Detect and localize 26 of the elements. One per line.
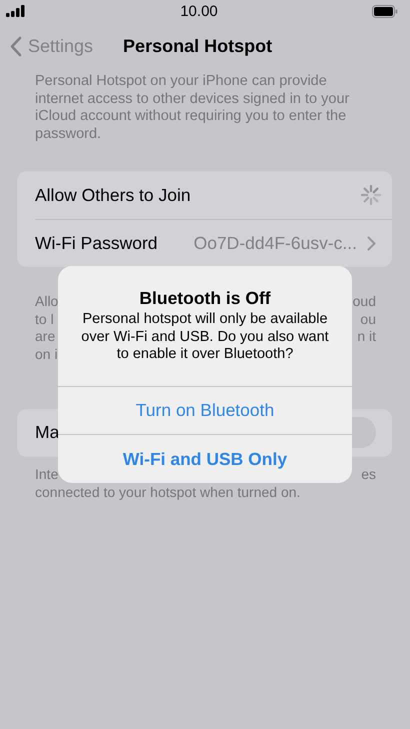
status-time: 10.00 bbox=[180, 2, 218, 20]
footer-text-fragment: n it bbox=[357, 328, 376, 346]
row-label: Allow Others to Join bbox=[35, 184, 191, 206]
back-button[interactable]: Settings bbox=[10, 36, 94, 56]
footer-text-fragment: Allo bbox=[35, 293, 58, 311]
footer-text-fragment: on i bbox=[35, 346, 58, 364]
spinner-icon bbox=[360, 184, 382, 206]
description-text: Personal Hotspot on your iPhone can provide internet access to other devices signed in to your iCloud account without requiring you to enter the password. bbox=[35, 73, 350, 143]
footer-text-fragment: Inte bbox=[35, 466, 58, 484]
footer-text-fragment: es bbox=[361, 466, 376, 484]
nav-title: Personal Hotspot bbox=[123, 36, 272, 56]
footer-text-fragment: oud bbox=[352, 293, 376, 311]
footer-text-fragment: ou bbox=[360, 310, 376, 328]
chevron-right-icon bbox=[367, 236, 376, 250]
battery-icon bbox=[372, 4, 398, 18]
alert-title: Bluetooth is Off bbox=[138, 287, 272, 309]
alert-button[interactable]: Turn on Bluetooth bbox=[58, 386, 352, 434]
row-label: Ma bbox=[35, 422, 60, 444]
signal-icon bbox=[6, 5, 26, 17]
footer-text: connected to your hotspot when turned on. bbox=[35, 484, 302, 502]
footer-text-fragment: are bbox=[35, 328, 56, 346]
footer-text-fragment: to l bbox=[35, 310, 54, 328]
alert-message: Personal hotspot will only be available over Wi-Fi and USB. Do you also want to enable it over Bluetooth? bbox=[80, 310, 330, 364]
chevron-left-icon bbox=[10, 36, 22, 56]
password-row[interactable]: Wi-Fi Password Oo7D-dd4F-6usv-c... bbox=[17, 219, 392, 267]
alert-button[interactable]: Wi-Fi and USB Only bbox=[58, 434, 352, 483]
